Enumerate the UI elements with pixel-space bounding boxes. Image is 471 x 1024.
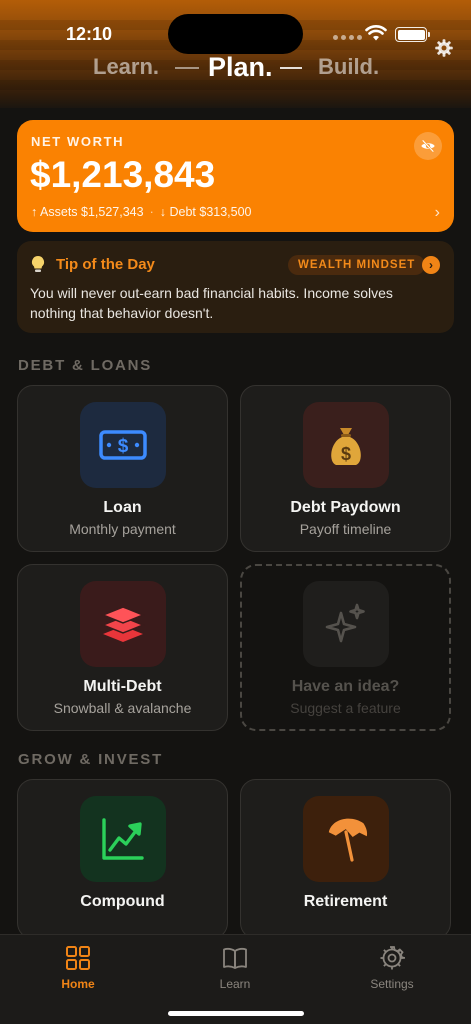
- tab-label: Home: [61, 977, 95, 991]
- home-indicator: [168, 1011, 304, 1016]
- money-bag-icon: $: [303, 402, 389, 488]
- lightbulb-icon: [31, 255, 45, 272]
- tagline: Learn. Plan. Build.: [0, 52, 471, 84]
- tile-title: Have an idea?: [291, 678, 400, 695]
- tagline-build: Build.: [318, 54, 380, 79]
- compound-tile[interactable]: Compound: [17, 779, 228, 939]
- tab-home[interactable]: Home: [33, 945, 123, 991]
- tip-title: Tip of the Day: [56, 256, 155, 273]
- multi-debt-tile[interactable]: Multi-Debt Snowball & avalanche: [17, 564, 228, 731]
- battery-icon: [395, 27, 430, 42]
- hide-balance-button[interactable]: [414, 132, 442, 160]
- tagline-plan: Plan.: [208, 52, 273, 82]
- suggest-feature-tile[interactable]: Have an idea? Suggest a feature: [240, 564, 451, 731]
- signal-icon: [333, 35, 362, 40]
- retirement-tile[interactable]: Retirement: [240, 779, 451, 939]
- dollar-bill-icon: $: [80, 402, 166, 488]
- net-worth-label: NET WORTH: [31, 134, 125, 149]
- net-worth-card[interactable]: NET WORTH $1,213,843 ↑ Assets $1,527,343…: [17, 120, 454, 232]
- net-worth-breakdown: ↑ Assets $1,527,343 · ↓ Debt $313,500: [31, 205, 252, 219]
- wifi-icon: [365, 25, 387, 41]
- book-icon: [223, 947, 247, 969]
- tagline-dash: [175, 67, 199, 69]
- dynamic-island: [168, 14, 303, 54]
- tab-label: Learn: [219, 977, 251, 991]
- tab-settings[interactable]: Settings: [347, 945, 437, 991]
- tip-card[interactable]: Tip of the Day WEALTH MINDSET › You will…: [17, 241, 454, 333]
- eye-slash-icon: [421, 139, 435, 153]
- tile-subtitle: Payoff timeline: [299, 521, 392, 537]
- tile-title: Debt Paydown: [290, 499, 401, 516]
- tile-subtitle: Suggest a feature: [290, 700, 401, 716]
- layers-icon: [80, 581, 166, 667]
- tagline-dash: [280, 67, 302, 69]
- assets-value: ↑ Assets $1,527,343: [31, 205, 144, 219]
- tile-subtitle: Snowball & avalanche: [53, 700, 192, 716]
- sparkles-icon: [303, 581, 389, 667]
- gear-icon: [380, 946, 405, 970]
- grid-icon: [66, 946, 90, 970]
- separator: ·: [149, 205, 154, 219]
- tile-title: Retirement: [303, 893, 388, 910]
- beach-umbrella-icon: [303, 796, 389, 882]
- tab-label: Settings: [370, 977, 414, 991]
- tip-text: You will never out-earn bad financial ha…: [30, 285, 393, 321]
- debt-paydown-tile[interactable]: $ Debt Paydown Payoff timeline: [240, 385, 451, 552]
- tile-subtitle: Monthly payment: [69, 521, 176, 537]
- debt-value: ↓ Debt $313,500: [159, 205, 252, 219]
- svg-text:$: $: [118, 436, 129, 457]
- chart-up-icon: [80, 796, 166, 882]
- section-debt-loans: DEBT & LOANS: [18, 357, 153, 374]
- app-header: 12:10 Learn. Plan. Build.: [0, 0, 471, 108]
- tile-title: Loan: [103, 499, 142, 516]
- svg-text:$: $: [341, 444, 351, 464]
- loan-tile[interactable]: $ Loan Monthly payment: [17, 385, 228, 552]
- tip-category-badge: WEALTH MINDSET: [288, 255, 426, 275]
- tab-learn[interactable]: Learn: [190, 945, 280, 991]
- next-tip-button[interactable]: ›: [422, 256, 440, 274]
- tile-title: Compound: [80, 893, 165, 910]
- chevron-right-icon: ›: [434, 204, 440, 221]
- tile-title: Multi-Debt: [83, 678, 162, 695]
- status-time: 12:10: [66, 24, 113, 44]
- tagline-learn: Learn.: [93, 54, 160, 79]
- section-grow-invest: GROW & INVEST: [18, 751, 164, 768]
- net-worth-value: $1,213,843: [30, 154, 216, 195]
